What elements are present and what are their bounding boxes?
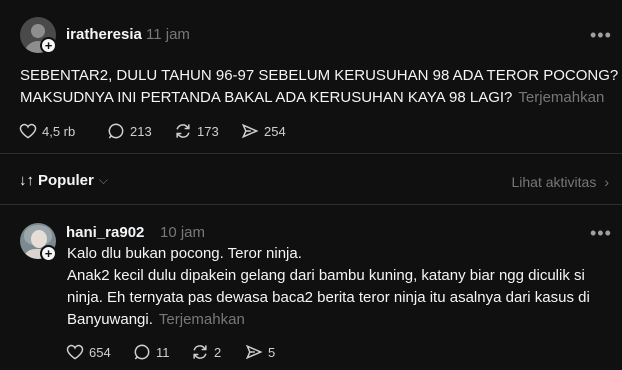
- send-icon: [241, 123, 259, 139]
- reply-text-line: ninja. Eh ternyata pas dewasa baca2 beri…: [67, 289, 590, 306]
- translate-link[interactable]: Terjemahkan: [518, 89, 604, 106]
- post-text: SEBENTAR2, DULU TAHUN 96-97 SEBELUM KERU…: [20, 65, 618, 109]
- chevron-right-icon: ›: [604, 174, 609, 190]
- heart-icon: [66, 344, 84, 360]
- sort-arrows-icon: ↓↑: [19, 172, 34, 189]
- repost-icon: [176, 124, 190, 138]
- share-button[interactable]: 5: [244, 342, 275, 362]
- share-count: 254: [264, 123, 286, 139]
- share-button[interactable]: 254: [240, 121, 286, 141]
- chevron-down-icon: ⌵: [98, 173, 108, 187]
- repost-count: 173: [197, 123, 219, 139]
- repost-icon: [193, 345, 207, 359]
- like-button[interactable]: 4,5 rb: [18, 121, 106, 141]
- repost-button[interactable]: 173: [173, 121, 240, 141]
- comment-bubble-icon: [108, 123, 124, 139]
- repost-button[interactable]: 2: [190, 342, 244, 362]
- view-activity-label: Lihat aktivitas: [511, 174, 597, 190]
- reply-username[interactable]: hani_ra902: [66, 224, 144, 241]
- view-activity-link[interactable]: Lihat aktivitas ›: [512, 174, 610, 190]
- reply-text-line: Kalo dlu bukan pocong. Teror ninja.: [67, 245, 302, 262]
- share-count: 5: [268, 344, 276, 360]
- sort-label: Populer: [38, 172, 94, 189]
- translate-link[interactable]: Terjemahkan: [159, 311, 245, 328]
- follow-plus-icon[interactable]: +: [40, 37, 57, 54]
- divider: [0, 153, 622, 154]
- like-count: 4,5 rb: [42, 123, 76, 139]
- repost-count: 2: [214, 344, 222, 360]
- reply-text: Kalo dlu bukan pocong. Teror ninja. Anak…: [67, 243, 590, 331]
- comment-button[interactable]: 11: [132, 342, 190, 362]
- post-time[interactable]: 11 jam: [146, 26, 190, 43]
- like-button[interactable]: 654: [65, 342, 132, 362]
- post-text-line: MAKSUDNYA INI PERTANDA BAKAL ADA KERUSUH…: [20, 89, 513, 106]
- divider: [0, 204, 622, 205]
- more-horizontal-icon[interactable]: •••: [590, 224, 612, 242]
- comment-bubble-icon: [134, 344, 150, 360]
- comment-button[interactable]: 213: [106, 121, 173, 141]
- comment-count: 213: [130, 123, 152, 139]
- reply-actions: 654 11 2 5: [65, 342, 275, 362]
- reply-time[interactable]: 10 jam: [160, 224, 205, 241]
- post-text-line: SEBENTAR2, DULU TAHUN 96-97 SEBELUM KERU…: [20, 67, 619, 84]
- sort-dropdown[interactable]: ↓↑ Populer ⌵: [19, 172, 108, 189]
- follow-plus-icon[interactable]: +: [40, 245, 57, 262]
- post-actions: 4,5 rb 213 173 254: [18, 121, 286, 141]
- send-icon: [245, 344, 263, 360]
- post-username[interactable]: iratheresia: [66, 26, 142, 43]
- reply-text-line: Anak2 kecil dulu dipakein gelang dari ba…: [67, 267, 585, 284]
- comment-count: 11: [156, 344, 170, 360]
- reply-text-line: Banyuwangi.: [67, 311, 153, 328]
- more-horizontal-icon[interactable]: •••: [590, 26, 612, 44]
- heart-icon: [19, 123, 37, 139]
- like-count: 654: [89, 344, 111, 360]
